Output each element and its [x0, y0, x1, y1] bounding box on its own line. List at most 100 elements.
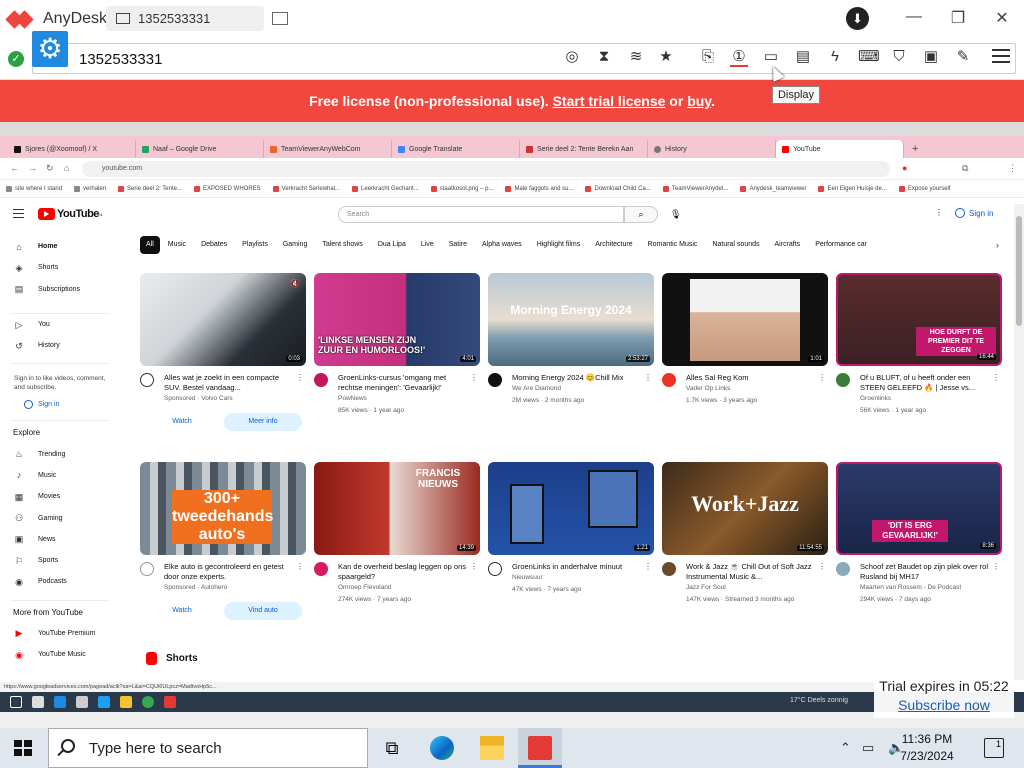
sidebar-item-trending[interactable]: ♨ Trending [0, 443, 120, 464]
video-thumbnail[interactable]: 'DIT IS ERG GEVAARLIJK!' 8:36 [836, 462, 1002, 555]
home-icon[interactable]: ⌂ [64, 163, 69, 173]
permissions-icon[interactable]: ⛉ [890, 47, 908, 67]
remote-anydesk-icon[interactable] [164, 696, 176, 708]
search-icon[interactable]: ⌕ [624, 206, 658, 223]
tray-chevron-icon[interactable]: ⌃ [840, 740, 851, 756]
bookmark[interactable]: Expose yourself [898, 185, 951, 192]
chip[interactable]: Gaming [276, 236, 315, 254]
channel-avatar[interactable] [836, 373, 850, 387]
taskbar-clock[interactable]: 11:36 PM 7/23/2024 [882, 731, 972, 765]
forward-icon[interactable]: → [28, 163, 37, 173]
video-thumbnail[interactable]: 🔇 0:03 [140, 273, 306, 366]
back-icon[interactable]: ← [10, 163, 19, 173]
menu-icon[interactable] [992, 49, 1010, 67]
chrome-tab[interactable]: Google Translate [392, 140, 520, 158]
video-title[interactable]: GroenLinks-cursus 'omgang met rechtse me… [338, 373, 468, 393]
sidebar-item-you[interactable]: ▷ You [0, 314, 120, 335]
chrome-tab[interactable]: Serie deel 2: Tente Berekn Aan [520, 140, 648, 158]
sidebar-item-shorts[interactable]: ◈ Shorts [0, 257, 120, 278]
chip[interactable]: Dua Lipa [371, 236, 413, 254]
chip[interactable]: Romantic Music [641, 236, 705, 254]
video-card[interactable]: 'DIT IS ERG GEVAARLIJK!' 8:36 Schoof zet… [836, 462, 1002, 606]
chrome-tab[interactable]: Sjores (@Xoomoof) / X [8, 140, 136, 158]
video-card[interactable]: HOE DURFT DE PREMIER DIT TE ZEGGEN 16:44… [836, 273, 1002, 417]
channel-avatar[interactable] [314, 562, 328, 576]
channel-avatar[interactable] [836, 562, 850, 576]
channel-avatar[interactable] [662, 373, 676, 387]
youtube-sign-in-button[interactable]: Sign in [955, 208, 993, 218]
sidebar-item-premium[interactable]: ▶ YouTube Premium [0, 623, 120, 644]
extension-icon[interactable]: ● [902, 163, 907, 173]
mute-icon[interactable]: 🔇 [290, 279, 300, 288]
sidebar-item-youtube-music[interactable]: ◉ YouTube Music [0, 644, 120, 665]
chrome-tab[interactable]: History [648, 140, 776, 158]
edge-icon[interactable] [430, 736, 454, 760]
hamburger-icon[interactable] [13, 209, 24, 218]
bookmark[interactable]: EXPOSED WHORES [193, 185, 261, 192]
monitor-1-icon[interactable]: ① [730, 47, 748, 67]
sidebar-item-news[interactable]: ▣ News [0, 529, 120, 550]
video-title[interactable]: GroenLinks in anderhalve minuut [512, 562, 642, 572]
more-actions-icon[interactable]: ⋮ [470, 562, 478, 571]
anydesk-taskbar-button[interactable] [518, 728, 562, 768]
video-thumbnail[interactable]: 1:01 [662, 273, 828, 366]
chip[interactable]: Performance car [808, 236, 874, 254]
ad-more-info-button[interactable]: Meer info [224, 413, 302, 431]
bookmark[interactable]: TeamViewerAnydet... [662, 185, 728, 192]
new-chrome-tab-icon[interactable]: + [912, 140, 918, 158]
bookmark[interactable]: Download Child Ca... [585, 185, 651, 192]
more-actions-icon[interactable]: ⋮ [644, 562, 652, 571]
sidebar-item-podcasts[interactable]: ◉ Podcasts [0, 571, 120, 592]
remote-store-icon[interactable] [54, 696, 66, 708]
chrome-url-bar[interactable]: youtube.com [82, 161, 890, 177]
video-thumbnail[interactable]: HOE DURFT DE PREMIER DIT TE ZEGGEN 16:44 [836, 273, 1002, 366]
channel-avatar[interactable] [140, 373, 154, 387]
remote-chrome-icon[interactable] [142, 696, 154, 708]
channel-avatar[interactable] [488, 373, 502, 387]
video-card[interactable]: 'LINKSE MENSEN ZIJN ZUUR EN HUMORLOOS!' … [314, 273, 480, 417]
settings-gear-icon[interactable]: ⚙ [32, 31, 68, 67]
video-card[interactable]: Work+Jazz 11:54:55 Work & Jazz ☕ Chill O… [662, 462, 828, 606]
channel-avatar[interactable] [662, 562, 676, 576]
session-tab[interactable]: 1352533331 [106, 6, 264, 31]
video-title[interactable]: Alles Sal Reg Kom [686, 373, 816, 383]
chip[interactable]: Satire [442, 236, 474, 254]
buy-link[interactable]: buy [687, 93, 711, 109]
bookmark[interactable]: Anydesk_teamviewer [740, 185, 806, 192]
chat-icon[interactable]: ▤ [794, 47, 812, 67]
more-actions-icon[interactable]: ⋮ [818, 373, 826, 382]
bookmark[interactable]: Serie deel 2: Tente... [118, 185, 182, 192]
new-tab-icon[interactable] [272, 12, 288, 25]
video-title[interactable]: Work & Jazz ☕ Chill Out of Soft Jazz Ins… [686, 562, 816, 582]
remote-app-icon[interactable] [76, 696, 88, 708]
video-card[interactable]: 1:01 Alles Sal Reg Kom Vader Op Links 1.7K… [662, 273, 828, 407]
network-icon[interactable]: ▭ [862, 740, 874, 756]
video-title[interactable]: Elke auto is gecontroleerd en getest doo… [164, 562, 294, 582]
star-icon[interactable]: ★ [657, 47, 675, 67]
windows-start-icon[interactable] [14, 740, 32, 756]
more-actions-icon[interactable]: ⋮ [296, 373, 304, 382]
sidebar-item-music[interactable]: ♪ Music [0, 465, 120, 486]
youtube-logo[interactable]: YouTube NL [38, 208, 104, 220]
chrome-menu-icon[interactable]: ⋮ [1008, 163, 1017, 174]
whiteboard-icon[interactable]: ✎ [954, 47, 972, 67]
video-card[interactable]: 🔇 0:03 Alles wat je zoekt in een compact… [140, 273, 306, 431]
chip[interactable]: Talent shows [315, 236, 369, 254]
chip[interactable]: Alpha waves [475, 236, 529, 254]
more-actions-icon[interactable]: ⋮ [818, 562, 826, 571]
page-scrollbar[interactable] [1014, 204, 1024, 680]
notification-icon[interactable]: 1 [984, 738, 1004, 758]
keyboard-icon[interactable]: ⌨ [858, 47, 880, 67]
channel-avatar[interactable] [314, 373, 328, 387]
video-title[interactable]: Morning Energy 2024 😊Chill Mix [512, 373, 642, 383]
remote-edge-icon[interactable] [98, 696, 110, 708]
remote-folder-icon[interactable] [120, 696, 132, 708]
privacy-icon[interactable]: ◎ [563, 47, 581, 67]
video-thumbnail[interactable]: 1:21 [488, 462, 654, 555]
bookmark[interactable]: Male faggots and su... [505, 185, 573, 192]
bookmark[interactable]: Een Eigen Huisje de... [818, 185, 887, 192]
video-title[interactable]: Schoof zet Baudet op zijn plek over rol … [860, 562, 990, 582]
ad-watch-button[interactable]: Watch [140, 413, 224, 431]
file-transfer-icon[interactable]: ⎘ [699, 47, 717, 67]
video-card[interactable]: 300+ tweedehands auto's Elke auto is gec… [140, 462, 306, 620]
